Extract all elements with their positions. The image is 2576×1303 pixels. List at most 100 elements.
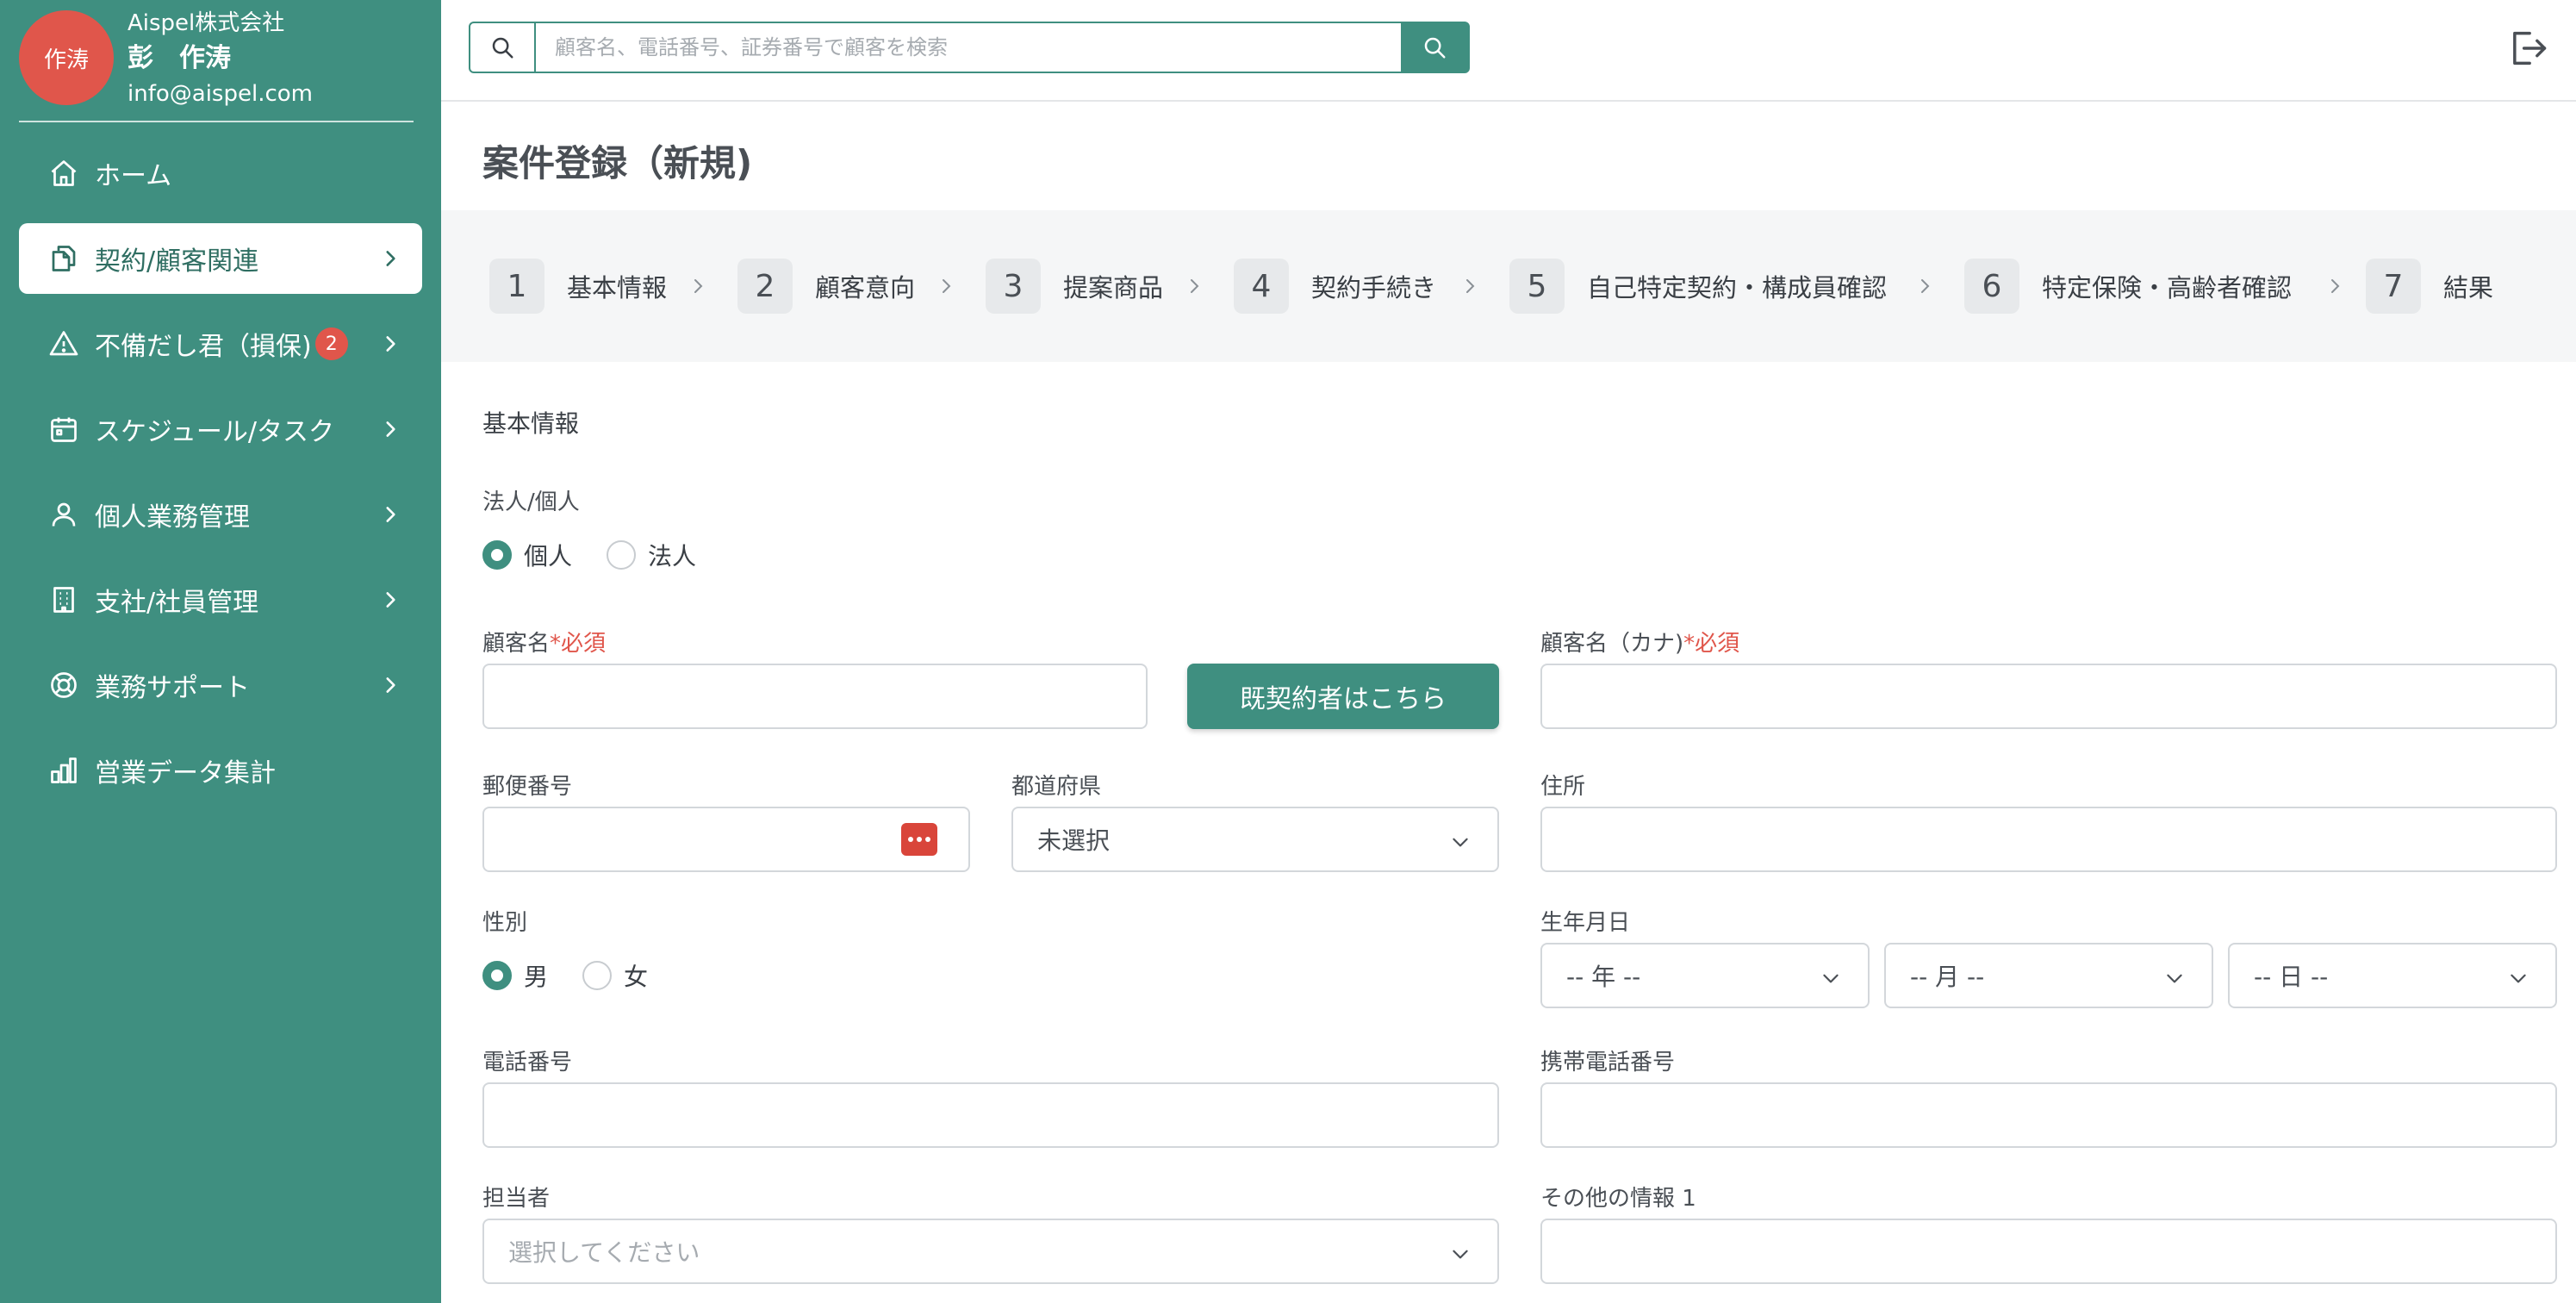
radio-label-individual[interactable]: 個人 [524,538,572,572]
step-5[interactable]: 5 自己特定契約・構成員確認 [1509,259,1887,314]
step-number: 5 [1509,259,1565,314]
radio-female[interactable] [582,961,613,990]
sidebar-item-branch[interactable]: 支社/社員管理 [19,564,422,635]
select-value: -- 日 -- [2254,963,2329,991]
sidebar-item-label: スケジュール/タスク [95,417,335,447]
sidebar-item-label: 個人業務管理 [95,502,250,533]
birth-year-select[interactable]: -- 年 -- [1540,943,1870,1008]
sidebar-item-home[interactable]: ホーム [19,138,422,209]
logout-button[interactable] [2505,26,2550,71]
chevron-right-icon [386,336,395,352]
radio-corporation[interactable] [607,540,637,570]
chevron-right-icon [386,251,395,266]
radio-male[interactable] [482,961,512,990]
avatar[interactable]: 作涛 [19,10,114,105]
gender-radio-group: 男 女 [482,958,682,993]
field-label: 顧客名 [482,631,551,657]
page-title: 案件登録（新規) [482,142,753,184]
search-button[interactable] [1401,23,1468,72]
step-label: 基本情報 [567,273,668,302]
other-info-input[interactable] [1540,1219,2557,1284]
chevron-right-icon [1921,279,1930,293]
building-icon [48,584,79,615]
entity-type-radio-group: 個人 法人 [482,538,731,572]
radio-label-male[interactable]: 男 [524,958,548,993]
existing-customer-button[interactable]: 既契約者はこちら [1187,664,1499,729]
mobile-input[interactable] [1540,1082,2557,1148]
field-label: 顧客名（カナ) [1540,631,1684,657]
search-input[interactable] [538,23,1399,72]
customer-name-input[interactable] [482,664,1148,729]
user-name: 彭 作涛 [128,43,231,73]
sidebar-item-defects[interactable]: 不備だし君（損保) 2 [19,309,422,379]
step-4[interactable]: 4 契約手続き [1234,259,1436,314]
birth-month-select[interactable]: -- 月 -- [1884,943,2213,1008]
step-1[interactable]: 1 基本情報 [489,259,667,314]
required-marker: *必須 [1683,631,1740,657]
sidebar-item-label: 契約/顧客関連 [95,246,259,277]
sidebar-item-label: 営業データ集計 [95,758,276,789]
step-3[interactable]: 3 提案商品 [986,259,1163,314]
customer-search [469,22,1470,73]
gender-label: 性別 [482,910,528,936]
step-number: 6 [1964,259,2019,314]
prefecture-select[interactable]: 未選択 [1011,807,1499,872]
notification-badge: 2 [314,327,348,360]
birth-day-select[interactable]: -- 日 -- [2228,943,2557,1008]
search-icon [1424,37,1446,59]
chevron-down-icon [1453,838,1468,847]
sidebar-item-label: 不備だし君（損保) [95,332,312,362]
sidebar-item-support[interactable]: 業務サポート [19,650,422,720]
bar-chart-icon [48,755,79,786]
chevron-right-icon [386,592,395,608]
company-name: Aispel株式会社 [128,10,285,36]
other-info-label: その他の情報 1 [1540,1186,1696,1212]
step-label: 提案商品 [1063,273,1164,302]
postal-code-label: 郵便番号 [482,774,573,800]
phone-input[interactable] [482,1082,1499,1148]
chevron-down-icon [1453,1250,1468,1259]
sidebar-divider [19,121,414,122]
select-placeholder: 選択してください [508,1238,700,1267]
calendar-icon [48,414,79,445]
step-number: 2 [737,259,793,314]
step-label: 特定保険・高齢者確認 [2042,273,2293,302]
chevron-right-icon [1191,279,1199,293]
sidebar-item-label: 支社/社員管理 [95,588,259,618]
customer-kana-input[interactable] [1540,664,2557,729]
chevron-right-icon [943,279,951,293]
chevron-right-icon [694,279,703,293]
section-title: 基本情報 [482,409,580,438]
sidebar-item-schedule[interactable]: スケジュール/タスク [19,394,422,464]
select-value: 未選択 [1037,826,1111,855]
address-lookup-icon[interactable] [901,823,937,856]
address-label: 住所 [1540,774,1586,800]
chevron-right-icon [386,677,395,693]
radio-individual[interactable] [482,540,512,570]
sidebar-item-personal[interactable]: 個人業務管理 [19,479,422,550]
sidebar-item-contracts[interactable]: 契約/顧客関連 [19,223,422,294]
step-6[interactable]: 6 特定保険・高齢者確認 [1964,259,2292,314]
radio-label-corporation[interactable]: 法人 [648,538,696,572]
customer-name-label: 顧客名*必須 [482,626,606,658]
postal-code-input[interactable] [482,807,970,872]
user-profile: 作涛 Aispel株式会社 彭 作涛 info@aispel.com [19,10,415,122]
staff-select[interactable]: 選択してください [482,1219,1499,1284]
address-input[interactable] [1540,807,2557,872]
select-value: -- 月 -- [1910,963,1985,991]
sidebar-item-label: 業務サポート [95,673,250,703]
radio-label-female[interactable]: 女 [624,958,648,993]
sidebar-item-sales-data[interactable]: 営業データ集計 [19,735,422,806]
step-number: 3 [986,259,1041,314]
customer-kana-label: 顧客名（カナ)*必須 [1540,626,1739,658]
chevron-down-icon [1823,974,1839,983]
step-number: 7 [2366,259,2421,314]
chevron-right-icon [386,421,395,437]
step-2[interactable]: 2 顧客意向 [737,259,915,314]
step-label: 結果 [2443,273,2494,302]
lifebuoy-icon [48,670,79,701]
step-label: 契約手続き [1311,273,1437,302]
step-7[interactable]: 7 結果 [2366,259,2493,314]
step-label: 顧客意向 [815,273,916,302]
home-icon [48,158,79,189]
